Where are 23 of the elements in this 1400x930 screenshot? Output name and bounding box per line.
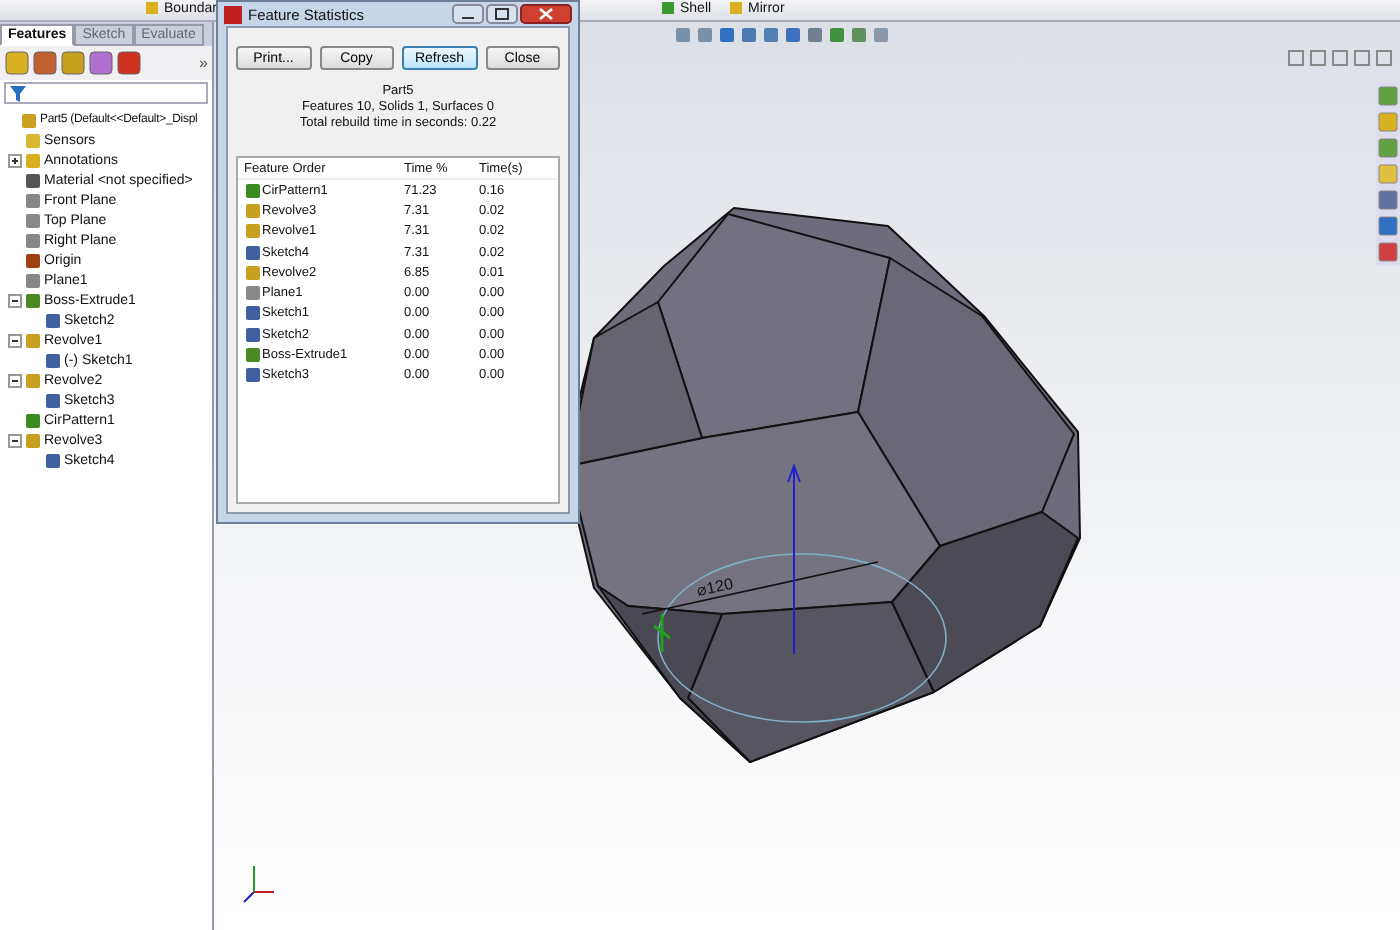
more-chevron[interactable]: » — [199, 54, 208, 72]
expander-icon[interactable] — [8, 373, 22, 387]
manager-tab-icon[interactable] — [4, 50, 30, 76]
filter-field[interactable] — [4, 82, 208, 104]
filter-icon — [10, 85, 26, 101]
feature-icon[interactable] — [728, 0, 744, 16]
expander-icon[interactable] — [8, 153, 22, 167]
axis-marker — [652, 612, 672, 654]
maximize-icon[interactable] — [486, 4, 518, 24]
manager-tab-icon[interactable] — [88, 50, 114, 76]
expander-icon[interactable] — [8, 333, 22, 347]
feature-icon[interactable] — [660, 0, 676, 16]
feature-icon[interactable] — [144, 0, 160, 16]
app-icon — [224, 5, 242, 23]
manager-tab-icon[interactable] — [116, 50, 142, 76]
triad-icon — [243, 865, 275, 903]
manager-tab-icon[interactable] — [60, 50, 86, 76]
expander-icon[interactable] — [8, 433, 22, 447]
dimension-label: ⌀120 — [695, 574, 735, 600]
close-icon[interactable] — [520, 4, 572, 24]
manager-tab-icon[interactable] — [32, 50, 58, 76]
expander-icon[interactable] — [8, 293, 22, 307]
minimize-icon[interactable] — [452, 4, 484, 24]
